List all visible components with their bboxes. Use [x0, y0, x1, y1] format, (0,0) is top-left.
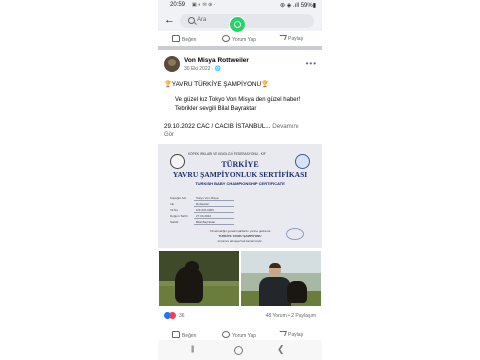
post-line-3-text: 29.10.2022 CAC / CACIB İSTANBUL... [164, 123, 271, 130]
status-right-icons: ⊛ ◈ .ıll 59%▮ [280, 3, 316, 9]
dog-figure [287, 281, 307, 303]
dog-photo[interactable] [159, 251, 239, 306]
photo-sky [241, 251, 321, 273]
cert-rule [194, 212, 234, 213]
certificate-title-3: TURKISH BABY CHAMPIONSHIP CERTIFICATE [195, 181, 285, 186]
share-icon [278, 331, 287, 336]
like-button[interactable]: Beğen [172, 331, 196, 339]
cert-field-label: Köpeğin Adı [170, 196, 187, 200]
like-label: Beğen [182, 37, 197, 43]
certificate-image[interactable]: KÖPEK IRKLARI VE KINOLOJİ FEDERASYONU - … [158, 144, 322, 248]
comment-button[interactable]: Yorum Yap [222, 331, 256, 339]
comment-icon [222, 331, 230, 338]
comments-shares-count[interactable]: 48 Yorum • 2 Paylaşım [266, 313, 316, 319]
status-time: 20:59 [170, 2, 186, 8]
post-line-3: 29.10.2022 CAC / CACIB İSTANBUL... Devam… [164, 123, 299, 130]
avatar[interactable] [164, 56, 180, 72]
search-input[interactable]: Ara [180, 14, 314, 28]
person-hair [269, 263, 281, 268]
certificate-org: KÖPEK IRKLARI VE KINOLOJİ FEDERASYONU - … [188, 152, 266, 156]
cert-rule [194, 224, 234, 225]
comment-button[interactable]: Yorum Yap [222, 35, 256, 43]
status-bar: 20:59 ▣ ◐ ✉ ⊕ · ⊛ ◈ .ıll 59%▮ [158, 0, 322, 11]
phone-screen: 20:59 ▣ ◐ ✉ ⊕ · ⊛ ◈ .ıll 59%▮ ← Ara Beğe… [158, 0, 322, 360]
reaction-count: 36 [179, 313, 185, 319]
cert-field-label: Doğum Tarihi [170, 214, 188, 218]
cert-rule [194, 200, 234, 201]
home-icon[interactable] [234, 346, 243, 355]
comment-label: Yorum Yap [232, 37, 257, 43]
cert-field-label: Irk No [170, 208, 179, 212]
more-options-icon[interactable]: ••• [306, 59, 317, 68]
like-label: Beğen [182, 333, 197, 339]
like-icon [172, 331, 180, 338]
post-line-1: Ve güzel kız Tokyo Von Misya den güzel h… [175, 97, 301, 103]
share-icon [278, 35, 287, 40]
owner-photo[interactable] [241, 251, 321, 306]
love-reaction-icon [169, 312, 176, 319]
top-action-row: Beğen Yorum Yap Paylaş [158, 31, 322, 45]
certificate-title-2: YAVRU ŞAMPİYONLUK SERTİFİKASI [172, 170, 308, 179]
reaction-summary[interactable]: 36 48 Yorum • 2 Paylaşım [158, 310, 322, 322]
like-button[interactable]: Beğen [172, 35, 196, 43]
post-header: Von Misya Rottweiler 30 Eki 2022 · 🌐 ••• [158, 53, 322, 77]
see-more-link-2[interactable]: Gör [164, 132, 174, 138]
cert-field-label: Sahibi [170, 220, 179, 224]
post-line-2: Tebrikler sevgili Bilal Bayraktar [175, 106, 257, 112]
share-label: Paylaş [288, 332, 304, 338]
nav-back-icon[interactable]: ❮ [277, 345, 285, 354]
post-date: 30 Eki 2022 · 🌐 [184, 66, 222, 72]
certificate-title-1: TÜRKİYE [221, 160, 259, 169]
share-button[interactable]: Paylaş [278, 331, 304, 338]
recent-apps-icon[interactable]: ||| [191, 345, 199, 354]
dog-head [185, 261, 199, 273]
cert-stamp [286, 228, 304, 240]
cert-rule [194, 206, 234, 207]
search-icon [188, 17, 195, 24]
back-arrow-icon[interactable]: ← [164, 14, 175, 27]
share-button[interactable]: Paylaş [278, 35, 304, 42]
status-left-icons: ▣ ◐ ✉ ⊕ · [192, 2, 216, 8]
share-label: Paylaş [288, 36, 304, 42]
like-icon [172, 35, 180, 42]
comment-label: Yorum Yap [232, 333, 257, 339]
cert-rule [194, 218, 234, 219]
cert-field-label: Irkı [170, 202, 175, 206]
post-author[interactable]: Von Misya Rottweiler [184, 57, 249, 64]
post-title: 🏆YAVRU TÜRKİYE ŞAMPİYONU🏆 [164, 81, 269, 88]
comment-icon [222, 35, 230, 42]
system-nav-bar: ||| ❮ [158, 340, 322, 360]
search-placeholder: Ara [197, 17, 207, 23]
see-more-link[interactable]: Devamını [272, 123, 298, 130]
bottom-action-row: Beğen Yorum Yap Paylaş [158, 327, 322, 341]
feed-divider [158, 46, 322, 50]
